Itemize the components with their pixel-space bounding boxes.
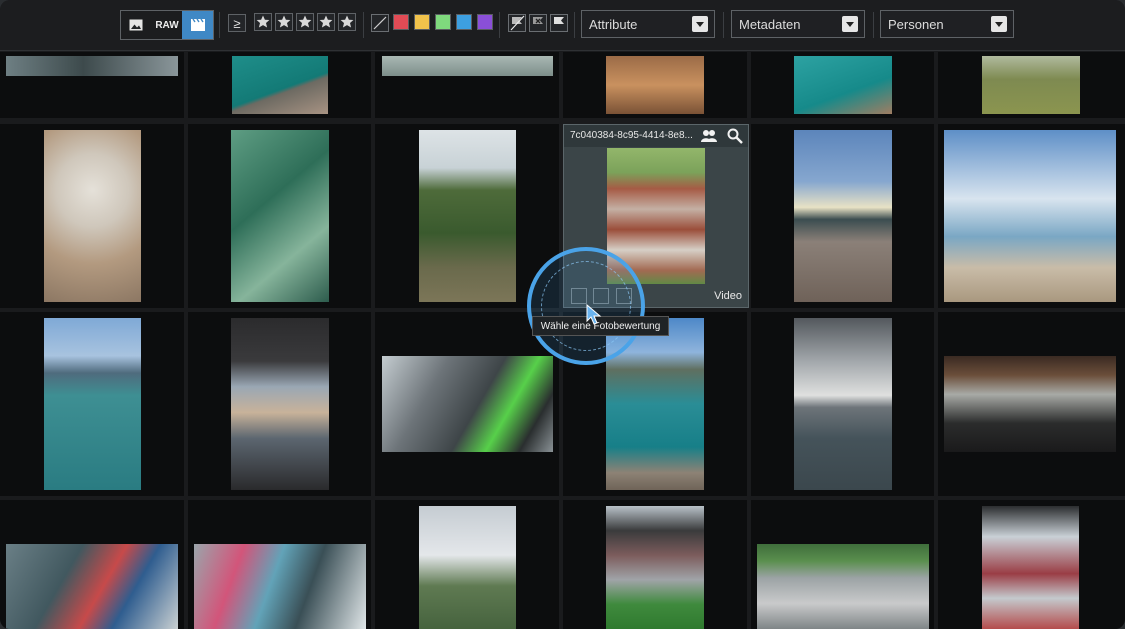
media-tile[interactable] bbox=[188, 312, 371, 496]
photo-thumbnail bbox=[606, 56, 704, 114]
chevron-down-icon bbox=[842, 16, 858, 32]
divider bbox=[723, 12, 724, 38]
divider bbox=[219, 12, 220, 38]
persons-icon[interactable] bbox=[700, 128, 718, 143]
star-icon[interactable] bbox=[254, 13, 272, 31]
photo-thumbnail bbox=[419, 130, 516, 302]
flag-none-icon[interactable] bbox=[508, 14, 526, 32]
photo-thumbnail bbox=[382, 356, 553, 452]
photo-thumbnail bbox=[419, 506, 516, 629]
photo-thumbnail bbox=[982, 506, 1079, 629]
video-type-button[interactable] bbox=[182, 11, 214, 39]
media-tile[interactable] bbox=[751, 124, 934, 308]
media-type-label: Video bbox=[714, 290, 742, 302]
color-label-red[interactable] bbox=[393, 14, 409, 30]
metadata-select-value: Metadaten bbox=[739, 16, 801, 32]
image-icon bbox=[129, 19, 143, 31]
media-tile[interactable] bbox=[938, 124, 1125, 308]
media-tile[interactable] bbox=[0, 500, 184, 629]
photo-thumbnail bbox=[794, 56, 892, 114]
divider bbox=[873, 12, 874, 38]
metadata-select[interactable]: Metadaten bbox=[731, 10, 865, 38]
app-window: RAW ≥ Attribute Metadaten Personen 7c040… bbox=[0, 0, 1125, 629]
attribute-select[interactable]: Attribute bbox=[581, 10, 715, 38]
star-rating-filter[interactable] bbox=[254, 13, 358, 33]
media-tile[interactable] bbox=[563, 500, 747, 629]
photo-thumbnail bbox=[231, 130, 329, 302]
photo-thumbnail bbox=[231, 318, 329, 490]
color-label-purple[interactable] bbox=[477, 14, 493, 30]
media-tile[interactable] bbox=[0, 312, 184, 496]
filter-toolbar: RAW ≥ Attribute Metadaten Personen bbox=[0, 0, 1125, 51]
persons-select[interactable]: Personen bbox=[880, 10, 1014, 38]
media-tile[interactable] bbox=[0, 124, 184, 308]
divider bbox=[499, 12, 500, 38]
star-icon[interactable] bbox=[338, 13, 356, 31]
no-color-label-icon[interactable] bbox=[371, 14, 389, 32]
tile-header: 7c040384-8c95-4414-8e8... bbox=[564, 125, 748, 147]
photo-thumbnail bbox=[6, 544, 178, 629]
star-icon[interactable] bbox=[296, 13, 314, 31]
media-tile[interactable] bbox=[938, 312, 1125, 496]
chevron-down-icon bbox=[692, 16, 708, 32]
media-tile[interactable] bbox=[188, 52, 371, 118]
media-tile[interactable] bbox=[188, 124, 371, 308]
persons-select-value: Personen bbox=[888, 16, 944, 32]
media-tile[interactable] bbox=[751, 312, 934, 496]
media-tile[interactable] bbox=[375, 312, 559, 496]
photo-thumbnail bbox=[982, 56, 1080, 114]
search-icon[interactable] bbox=[726, 127, 744, 145]
photo-thumbnail bbox=[194, 544, 366, 629]
color-label-blue[interactable] bbox=[456, 14, 472, 30]
photo-thumbnail bbox=[757, 544, 929, 629]
photo-thumbnail bbox=[794, 130, 892, 302]
media-tile[interactable] bbox=[0, 52, 184, 118]
photo-thumbnail bbox=[944, 130, 1116, 302]
media-tile[interactable] bbox=[751, 52, 934, 118]
media-tile[interactable] bbox=[938, 52, 1125, 118]
color-label-green[interactable] bbox=[435, 14, 451, 30]
photo-thumbnail bbox=[382, 56, 553, 76]
photo-thumbnail bbox=[6, 56, 178, 76]
photo-thumbnail bbox=[44, 130, 141, 302]
media-type-toggle[interactable]: RAW bbox=[120, 10, 214, 40]
media-tile[interactable] bbox=[938, 500, 1125, 629]
photo-thumbnail bbox=[944, 356, 1116, 452]
media-tile[interactable] bbox=[375, 500, 559, 629]
media-tile[interactable] bbox=[375, 52, 559, 118]
star-icon[interactable] bbox=[317, 13, 335, 31]
media-tile[interactable] bbox=[751, 500, 934, 629]
rating-operator-button[interactable]: ≥ bbox=[228, 14, 246, 32]
color-label-yellow[interactable] bbox=[414, 14, 430, 30]
star-icon[interactable] bbox=[275, 13, 293, 31]
photo-thumbnail bbox=[606, 506, 704, 629]
divider bbox=[363, 12, 364, 38]
divider bbox=[574, 12, 575, 38]
media-tile[interactable] bbox=[188, 500, 371, 629]
filename-label: 7c040384-8c95-4414-8e8... bbox=[570, 130, 693, 141]
chevron-down-icon bbox=[991, 16, 1007, 32]
media-tile[interactable] bbox=[563, 52, 747, 118]
raw-type-button[interactable]: RAW bbox=[152, 11, 183, 39]
attribute-select-value: Attribute bbox=[589, 16, 638, 32]
photo-thumbnail bbox=[794, 318, 892, 490]
photo-thumbnail bbox=[232, 56, 328, 114]
mouse-cursor-icon bbox=[586, 304, 602, 325]
image-type-button[interactable] bbox=[121, 11, 152, 39]
flag-picked-icon[interactable] bbox=[550, 14, 568, 32]
video-icon bbox=[190, 18, 205, 31]
photo-thumbnail bbox=[44, 318, 141, 490]
flag-rejected-icon[interactable] bbox=[529, 14, 547, 32]
